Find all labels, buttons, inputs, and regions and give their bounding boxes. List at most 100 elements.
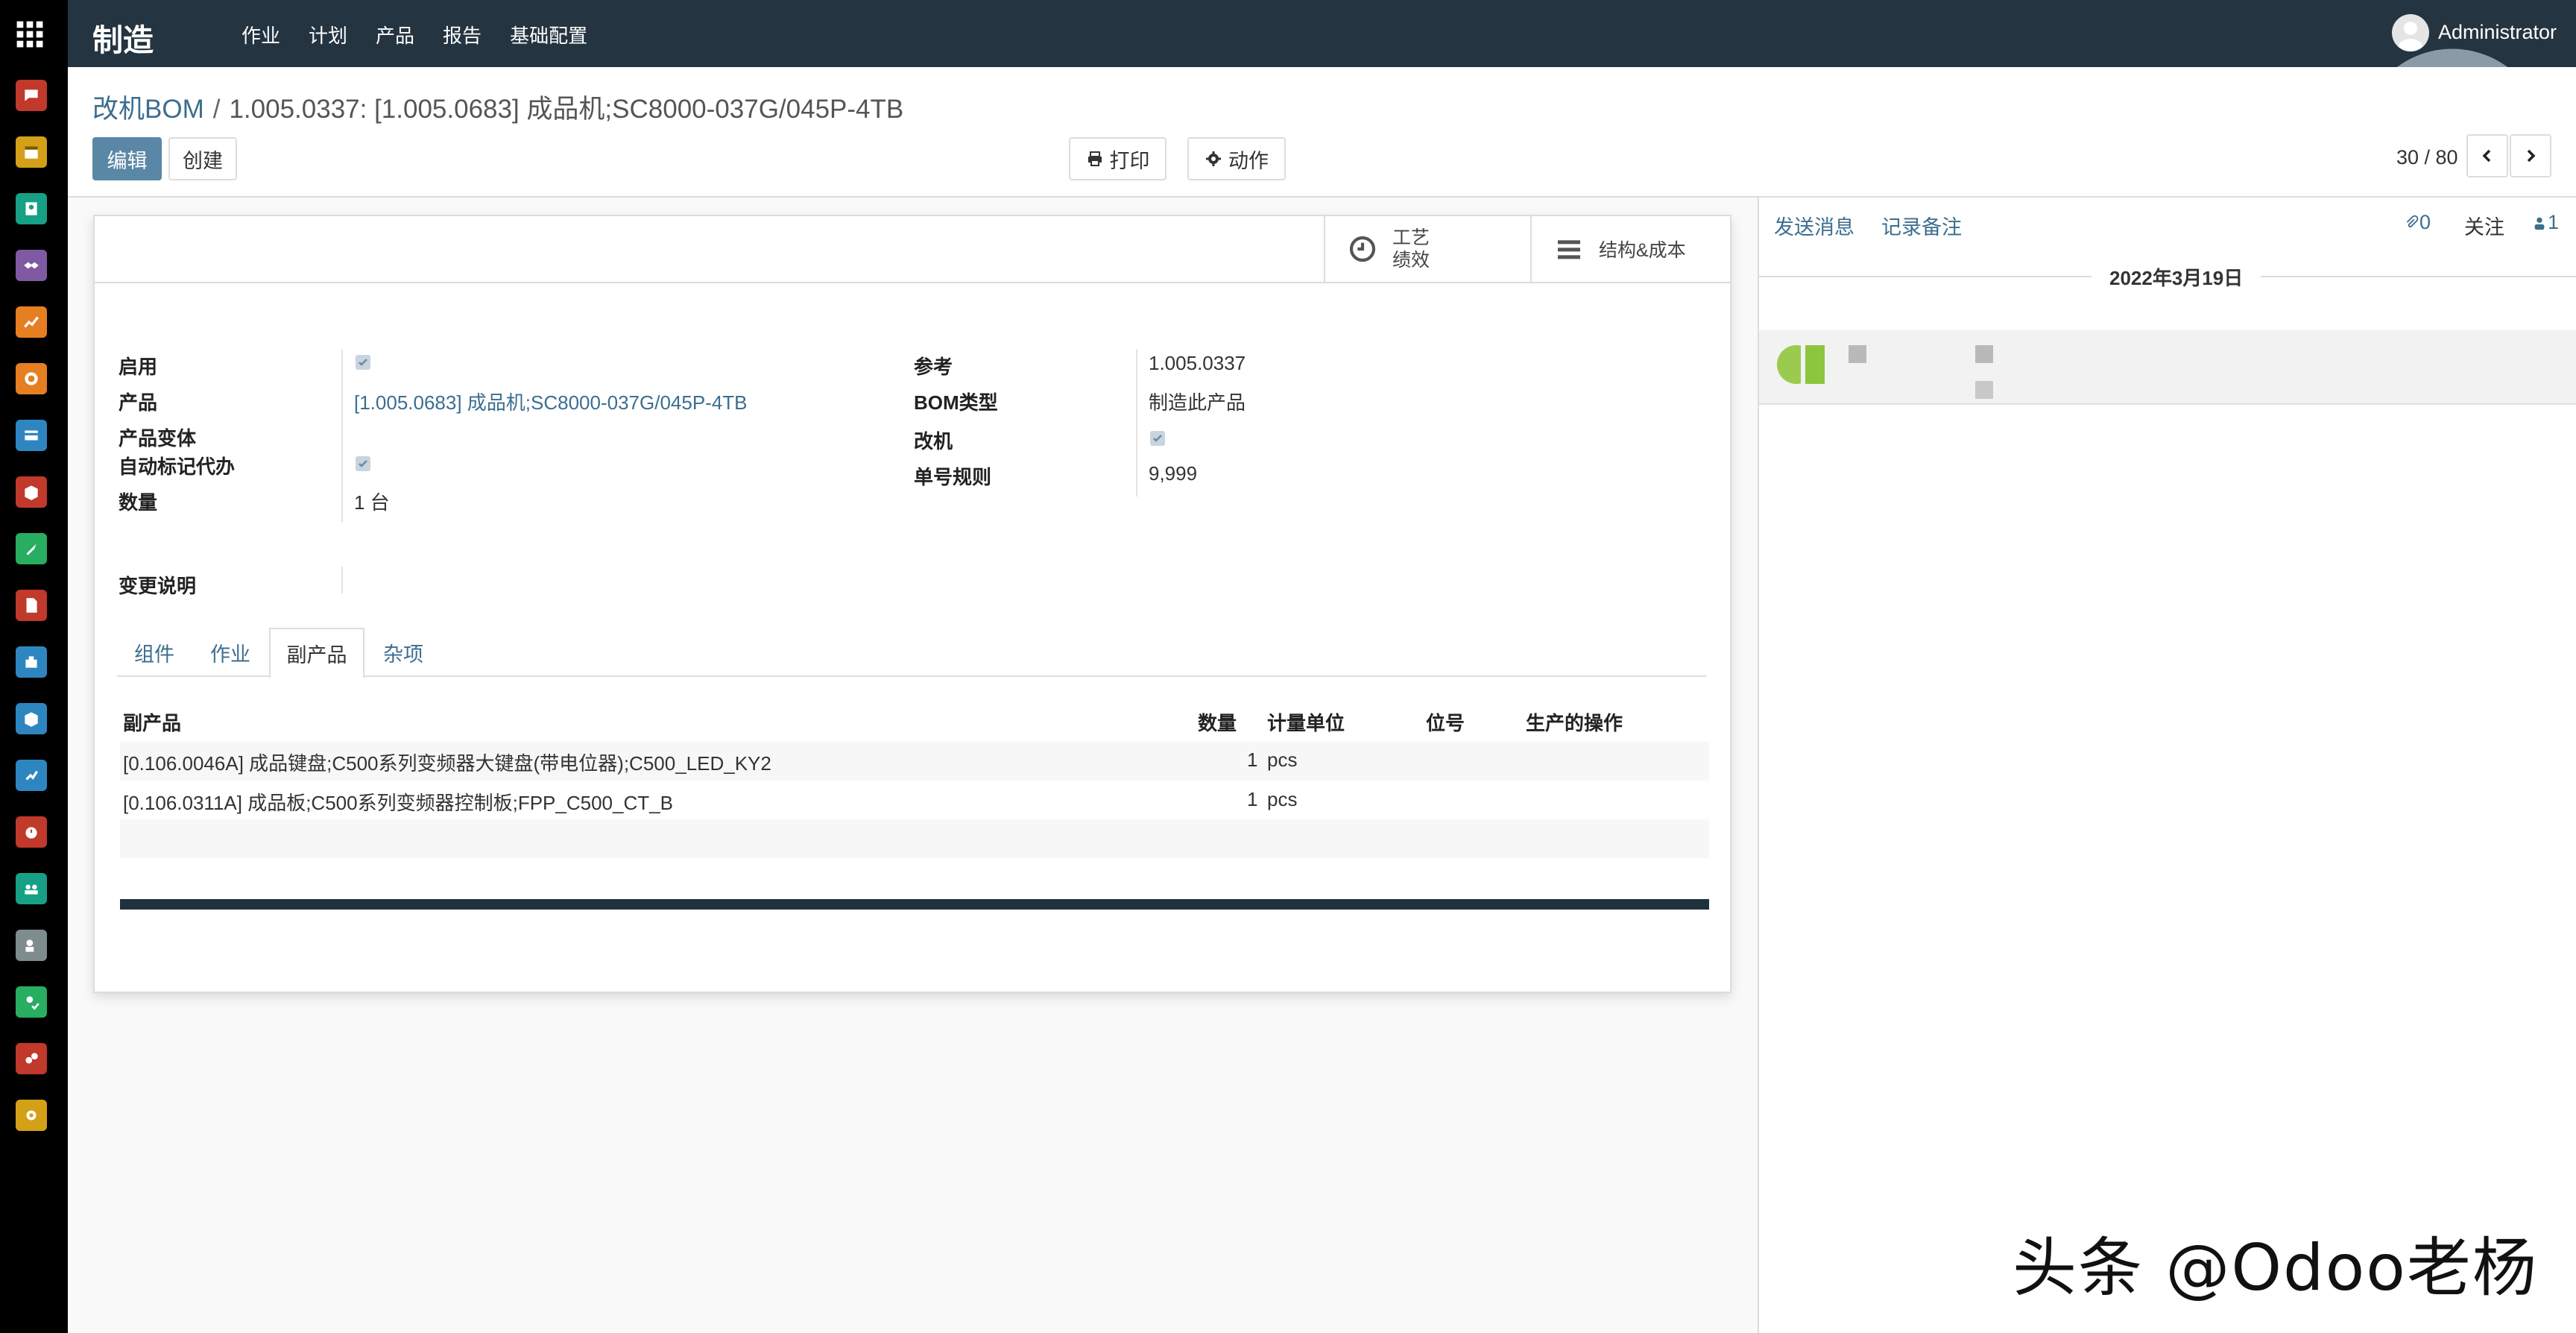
col-header-quantity[interactable]: 数量 [1198,708,1237,736]
active-checkbox[interactable] [356,355,370,370]
col-header-operation[interactable]: 生产的操作 [1526,708,1623,736]
field-divider [341,567,343,593]
discuss-app-icon[interactable] [16,80,47,111]
menu-item-products[interactable]: 产品 [376,21,414,48]
user-menu[interactable]: Administrator [2438,21,2557,44]
print-icon [1087,151,1102,166]
manufacturing-app-icon[interactable] [16,533,47,564]
followers-button[interactable]: 1 [2531,211,2559,234]
chevron-left-icon [2482,149,2491,163]
tab-components[interactable]: 组件 [117,628,192,677]
user-avatar[interactable] [2392,14,2429,51]
structure-cost-label: 结构&成本 [1599,240,1686,261]
user-icon [2534,217,2545,230]
crm-app-icon[interactable] [16,250,47,281]
table-row-empty [120,819,1709,858]
quantity-label: 数量 [119,491,158,514]
tab-byproducts[interactable]: 副产品 [269,628,364,678]
paperclip-icon [2406,215,2419,227]
purchase-app-icon[interactable] [16,703,47,734]
breadcrumb-current: 1.005.0337: [1.005.0683] 成品机;SC8000-037G… [229,95,904,124]
message-date: 2022年3月19日 [2092,263,2261,291]
structure-cost-button[interactable]: 结构&成本 [1530,216,1730,282]
product-link[interactable]: [1.005.0683] 成品机;SC8000-037G/045P-4TB [354,388,748,415]
blurred-content [1975,345,1993,363]
app-grid-icon[interactable] [16,20,44,48]
approvals-app-icon[interactable] [16,986,47,1018]
tab-misc[interactable]: 杂项 [364,628,442,677]
product-label: 产品 [119,391,158,414]
col-header-byproduct[interactable]: 副产品 [123,708,181,736]
bom-type-label: BOM类型 [914,391,998,414]
field-divider [341,349,343,522]
auto-mark-checkbox[interactable] [356,456,370,471]
attachments-button[interactable]: 0 [2403,211,2431,234]
tab-operations[interactable]: 作业 [192,628,269,677]
gear-icon [1206,151,1221,166]
send-message-button[interactable]: 发送消息 [1774,211,1854,240]
quality-app-icon[interactable] [16,760,47,791]
auto-mark-todo-label: 自动标记代办 [119,456,236,478]
byproduct-uom: pcs [1267,788,1298,810]
table-footer-bar [120,899,1709,910]
modify-label: 改机 [914,430,953,453]
breadcrumb-separator: / [212,95,221,124]
contacts-app-icon[interactable] [16,193,47,224]
follow-button[interactable]: 关注 [2464,211,2504,240]
control-panel: 改机BOM / 1.005.0337: [1.005.0683] 成品机;SC800… [68,67,2576,198]
number-rule-label: 单号规则 [914,466,992,488]
chatter-panel: 发送消息 记录备注 0 关注 1 2022年3月19日 [1758,198,2576,1333]
blurred-content [1849,345,1866,363]
breadcrumb: 改机BOM / 1.005.0337: [1.005.0683] 成品机;SC800… [92,88,903,126]
payroll-app-icon[interactable] [16,930,47,961]
timesheet-app-icon[interactable] [16,816,47,848]
documents-app-icon[interactable] [16,590,47,621]
bom-type-value: 制造此产品 [1149,391,1246,414]
clock-icon [1349,236,1376,262]
create-button[interactable]: 创建 [168,137,237,180]
notebook-tabs: 组件 作业 副产品 杂项 [117,628,1706,678]
calendar-app-icon[interactable] [16,136,47,168]
app-title: 制造 [92,23,154,57]
menu-item-configuration[interactable]: 基础配置 [510,21,587,48]
col-header-uom[interactable]: 计量单位 [1267,708,1345,736]
website-app-icon[interactable] [16,363,47,394]
menu-item-operations[interactable]: 作业 [242,21,280,48]
form-sheet: 工艺 绩效 结构&成本 启用 产品 [1.005.0683] 成品机;SC800… [93,215,1731,993]
apps-puzzle-icon[interactable] [16,646,47,678]
print-button[interactable]: 打印 [1069,137,1167,180]
byproduct-uom: pcs [1267,749,1298,771]
pager-next-button[interactable] [2510,134,2551,177]
routing-performance-button[interactable]: 工艺 绩效 [1324,216,1530,282]
top-menu: 作业 计划 产品 报告 基础配置 [242,21,616,48]
employees-app-icon[interactable] [16,873,47,904]
menu-item-reporting[interactable]: 报告 [443,21,482,48]
col-header-position[interactable]: 位号 [1426,708,1465,736]
menu-item-planning[interactable]: 计划 [309,21,347,48]
action-button[interactable]: 动作 [1187,137,1286,180]
top-navbar: 制造 作业 计划 产品 报告 基础配置 Administrator [16,0,2576,282]
log-note-button[interactable]: 记录备注 [1881,211,1962,240]
maintenance-app-icon[interactable] [16,1043,47,1074]
byproduct-name: [0.106.0046A] 成品键盘;C500系列变频器大键盘(带电位器);C5… [123,752,771,775]
pager-value[interactable]: 30 / 80 [2396,146,2458,169]
attachments-count: 0 [2419,211,2431,233]
breadcrumb-parent[interactable]: 改机BOM [92,95,204,124]
byproduct-name: [0.106.0311A] 成品板;C500系列变频器控制板;FPP_C500_… [123,792,673,814]
settings-app-icon[interactable] [16,1100,47,1131]
byproduct-quantity: 1 [1247,788,1258,810]
modify-checkbox[interactable] [1150,431,1165,446]
pos-app-icon[interactable] [16,420,47,451]
edit-button[interactable]: 编辑 [92,137,162,180]
performance-label: 绩效 [1392,250,1430,271]
action-label: 动作 [1228,149,1269,172]
message-item[interactable] [1759,330,2576,405]
app-sidebar [0,0,68,1333]
pager-previous-button[interactable] [2466,134,2508,177]
sales-app-icon[interactable] [16,306,47,338]
quantity-value: 1 台 [354,491,390,514]
inventory-app-icon[interactable] [16,476,47,508]
followers-count: 1 [2548,211,2560,233]
watermark-text: 头条 @Odoo老杨 [2012,1231,2538,1305]
active-label: 启用 [119,356,158,378]
